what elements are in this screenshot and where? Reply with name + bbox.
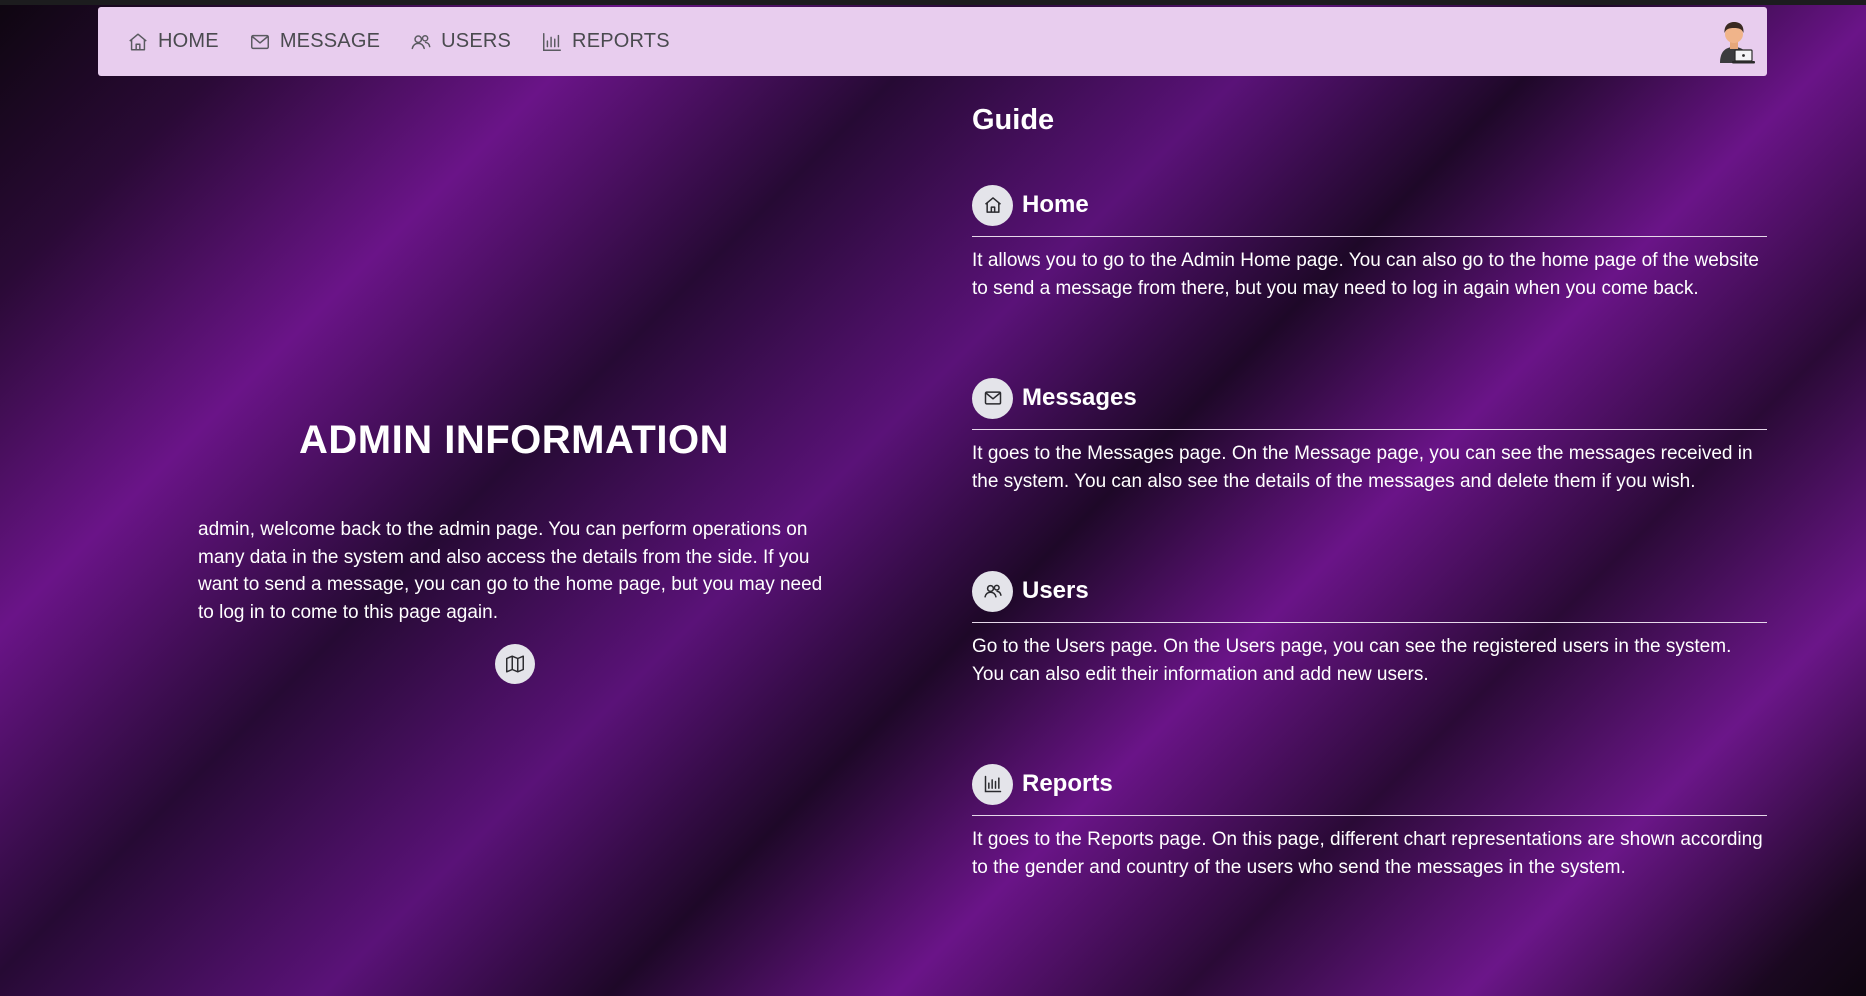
guide-users-icon-circle bbox=[972, 570, 1013, 612]
top-navbar: HOME MESSAGE USERS REPORTS bbox=[98, 7, 1767, 76]
user-avatar-icon[interactable] bbox=[1713, 17, 1755, 65]
guide-messages-label: Messages bbox=[1022, 384, 1137, 411]
guide-divider bbox=[972, 429, 1767, 430]
guide-reports-text: It goes to the Reports page. On this pag… bbox=[972, 829, 1763, 878]
guide-home-text: It allows you to go to the Admin Home pa… bbox=[972, 250, 1759, 299]
envelope-icon bbox=[984, 391, 1001, 405]
admin-title: ADMIN INFORMATION bbox=[299, 418, 729, 462]
guide-title: Guide bbox=[972, 104, 1055, 136]
guide-section-users: Users Go to the Users page. On the Users… bbox=[972, 570, 1767, 688]
nav-users-label: USERS bbox=[441, 30, 512, 52]
guide-messages-icon-circle bbox=[972, 377, 1013, 419]
guide-section-home: Home It allows you to go to the Admin Ho… bbox=[972, 184, 1767, 302]
guide-users-label: Users bbox=[1022, 577, 1089, 604]
bar-chart-icon bbox=[984, 775, 1001, 793]
guide-reports-label: Reports bbox=[1022, 770, 1113, 797]
nav-message-label: MESSAGE bbox=[279, 30, 381, 52]
guide-section-messages: Messages It goes to the Messages page. O… bbox=[972, 377, 1767, 495]
users-icon bbox=[411, 34, 431, 49]
nav-home-link[interactable]: HOME bbox=[127, 30, 219, 53]
map-icon bbox=[506, 655, 524, 673]
users-icon bbox=[983, 584, 1002, 598]
home-icon bbox=[129, 32, 147, 51]
map-button[interactable] bbox=[495, 644, 535, 684]
home-icon bbox=[984, 197, 1001, 213]
guide-divider bbox=[972, 236, 1767, 237]
nav-users-link[interactable]: USERS bbox=[410, 30, 511, 53]
guide-reports-icon-circle bbox=[972, 763, 1013, 805]
admin-welcome-text: admin, welcome back to the admin page. Y… bbox=[198, 519, 823, 623]
guide-home-label: Home bbox=[1022, 191, 1089, 218]
guide-users-text: Go to the Users page. On the Users page,… bbox=[972, 636, 1732, 685]
top-strip bbox=[0, 0, 1866, 5]
guide-divider bbox=[972, 622, 1767, 623]
nav-reports-label: REPORTS bbox=[572, 30, 670, 52]
nav-home-label: HOME bbox=[158, 30, 219, 52]
envelope-icon bbox=[250, 34, 269, 49]
nav-message-link[interactable]: MESSAGE bbox=[249, 30, 380, 53]
guide-messages-text: It goes to the Messages page. On the Mes… bbox=[972, 443, 1753, 492]
guide-home-icon-circle bbox=[972, 184, 1013, 226]
nav-reports-link[interactable]: REPORTS bbox=[541, 30, 670, 53]
guide-section-reports: Reports It goes to the Reports page. On … bbox=[972, 763, 1767, 881]
guide-divider bbox=[972, 815, 1767, 816]
bar-chart-icon bbox=[543, 32, 562, 51]
